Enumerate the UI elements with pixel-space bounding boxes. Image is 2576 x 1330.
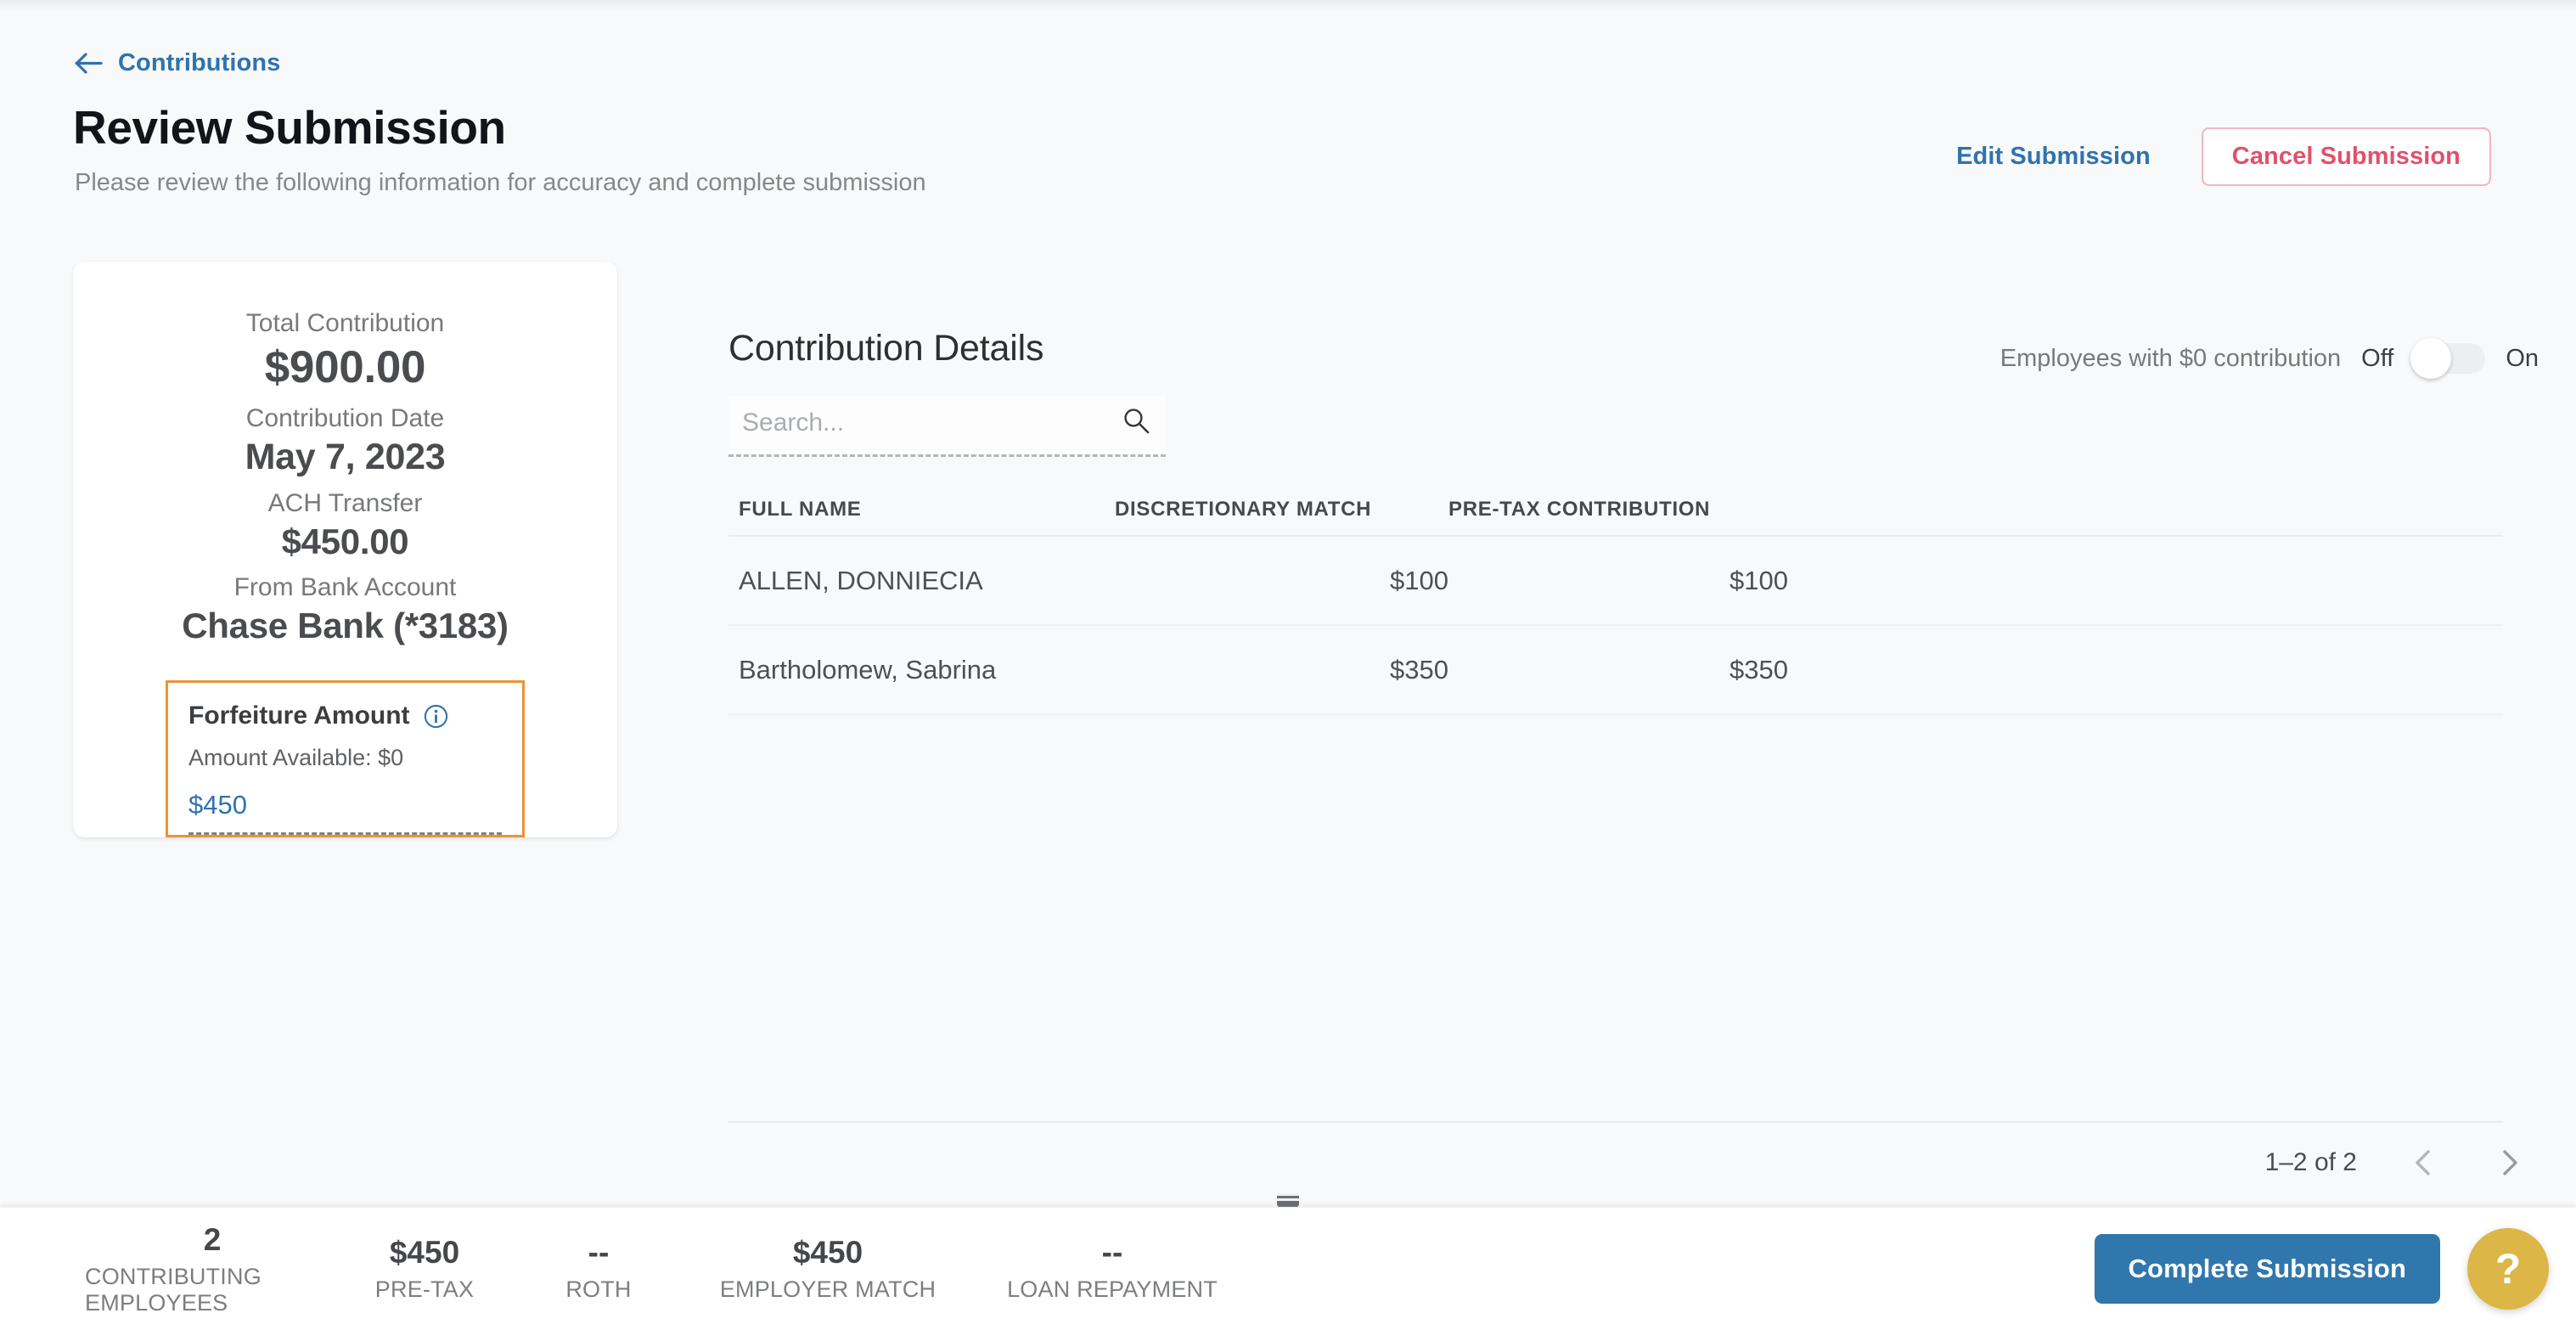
bank-account-block: From Bank Account Chase Bank (*3183) bbox=[182, 573, 509, 646]
submission-footer-bar: 2 CONTRIBUTING EMPLOYEES $450 PRE-TAX --… bbox=[0, 1193, 2576, 1330]
breadcrumb-back-contributions[interactable]: Contributions bbox=[75, 49, 280, 77]
total-contribution-label: Total Contribution bbox=[245, 309, 445, 337]
total-contribution-block: Total Contribution $900.00 bbox=[246, 309, 444, 393]
footer-stat-pre-tax: $450 PRE-TAX bbox=[340, 1235, 509, 1303]
search-input[interactable] bbox=[728, 408, 1094, 442]
contribution-date-label: Contribution Date bbox=[245, 404, 445, 433]
contribution-details-title: Contribution Details bbox=[728, 328, 1044, 369]
cell-pre-tax: $100 bbox=[1730, 565, 1788, 595]
stat-value: -- bbox=[1101, 1235, 1123, 1270]
bank-account-label: From Bank Account bbox=[233, 573, 457, 602]
zero-contribution-switch[interactable] bbox=[2410, 338, 2486, 379]
page-title: Review Submission bbox=[73, 101, 506, 154]
search-icon[interactable] bbox=[1122, 406, 1150, 435]
footer-stat-contributing-employees: 2 CONTRIBUTING EMPLOYEES bbox=[85, 1222, 340, 1316]
forfeiture-title: Forfeiture Amount bbox=[188, 702, 410, 730]
cell-discretionary-match: $100 bbox=[1390, 565, 1448, 595]
stat-label: EMPLOYER MATCH bbox=[719, 1276, 936, 1302]
cell-pre-tax: $350 bbox=[1730, 654, 1788, 685]
total-contribution-value: $900.00 bbox=[264, 342, 426, 392]
table-row[interactable]: ALLEN, DONNIECIA $100 $100 bbox=[728, 537, 2503, 626]
bank-account-value: Chase Bank (*3183) bbox=[182, 606, 509, 646]
complete-submission-button[interactable]: Complete Submission bbox=[2094, 1234, 2440, 1304]
forfeiture-amount-box: Forfeiture Amount Amount Available: $0 bbox=[166, 680, 525, 838]
contribution-date-block: Contribution Date May 7, 2023 bbox=[245, 404, 446, 478]
table-row[interactable]: Bartholomew, Sabrina $350 $350 bbox=[728, 626, 2503, 715]
forfeiture-available-text: Amount Available: $0 bbox=[188, 745, 404, 771]
column-header-discretionary-match: DISCRETIONARY MATCH bbox=[1115, 498, 1372, 521]
forfeiture-amount-input[interactable] bbox=[188, 790, 502, 836]
cell-full-name: ALLEN, DONNIECIA bbox=[739, 565, 983, 595]
footer-stat-loan-repayment: -- LOAN REPAYMENT bbox=[968, 1235, 1257, 1303]
switch-knob bbox=[2410, 338, 2452, 379]
stat-value: -- bbox=[588, 1235, 610, 1270]
submission-summary-card: Total Contribution $900.00 Contribution … bbox=[73, 262, 617, 838]
column-header-full-name: FULL NAME bbox=[739, 498, 862, 521]
table-header-row: FULL NAME DISCRETIONARY MATCH PRE-TAX CO… bbox=[728, 484, 2503, 537]
forfeiture-header: Forfeiture Amount bbox=[188, 702, 502, 730]
cancel-submission-button[interactable]: Cancel Submission bbox=[2201, 127, 2491, 186]
stat-label: ROTH bbox=[565, 1276, 632, 1302]
contribution-details-table: FULL NAME DISCRETIONARY MATCH PRE-TAX CO… bbox=[728, 484, 2503, 715]
page-subtitle: Please review the following information … bbox=[75, 169, 926, 196]
footer-stat-employer-match: $450 EMPLOYER MATCH bbox=[688, 1235, 968, 1303]
column-header-pre-tax-contribution: PRE-TAX CONTRIBUTION bbox=[1448, 498, 1711, 521]
stat-value: 2 bbox=[203, 1221, 222, 1257]
search-field[interactable] bbox=[728, 396, 1166, 457]
toggle-on-label: On bbox=[2506, 344, 2539, 372]
breadcrumb-label: Contributions bbox=[118, 49, 281, 76]
stat-value: $450 bbox=[389, 1235, 460, 1270]
cell-full-name: Bartholomew, Sabrina bbox=[739, 654, 997, 685]
stat-label: PRE-TAX bbox=[374, 1276, 475, 1302]
cell-discretionary-match: $350 bbox=[1390, 654, 1448, 685]
pagination-range: 1–2 of 2 bbox=[2264, 1148, 2357, 1176]
toggle-off-label: Off bbox=[2361, 344, 2394, 372]
stat-label: LOAN REPAYMENT bbox=[1007, 1276, 1218, 1302]
stat-value: $450 bbox=[792, 1235, 863, 1270]
ach-transfer-value: $450.00 bbox=[281, 521, 409, 562]
top-shadow bbox=[0, 0, 2576, 12]
ach-transfer-label: ACH Transfer bbox=[267, 489, 423, 518]
stat-label: CONTRIBUTING EMPLOYEES bbox=[85, 1263, 262, 1316]
edit-submission-button[interactable]: Edit Submission bbox=[1956, 143, 2151, 171]
table-pagination: 1–2 of 2 bbox=[2265, 1145, 2527, 1181]
header-actions: Edit Submission Cancel Submission bbox=[1956, 127, 2491, 186]
footer-stat-roth: -- ROTH bbox=[509, 1235, 688, 1303]
footer-drag-handle[interactable] bbox=[1277, 1193, 1299, 1207]
arrow-left-icon bbox=[75, 51, 104, 76]
zero-contribution-toggle-group: Employees with $0 contribution Off On bbox=[1999, 338, 2539, 379]
chevron-right-icon[interactable] bbox=[2491, 1145, 2527, 1181]
zero-contribution-label: Employees with $0 contribution bbox=[1999, 344, 2342, 372]
help-button[interactable]: ? bbox=[2467, 1228, 2549, 1310]
footer-stats: 2 CONTRIBUTING EMPLOYEES $450 PRE-TAX --… bbox=[0, 1208, 1257, 1330]
review-submission-page: Contributions Review Submission Please r… bbox=[0, 0, 2576, 1330]
ach-transfer-block: ACH Transfer $450.00 bbox=[268, 489, 423, 562]
chevron-left-icon[interactable] bbox=[2406, 1145, 2442, 1181]
info-circle-icon[interactable] bbox=[424, 704, 448, 729]
table-footer-divider bbox=[728, 1121, 2503, 1123]
contribution-date-value: May 7, 2023 bbox=[245, 437, 446, 478]
